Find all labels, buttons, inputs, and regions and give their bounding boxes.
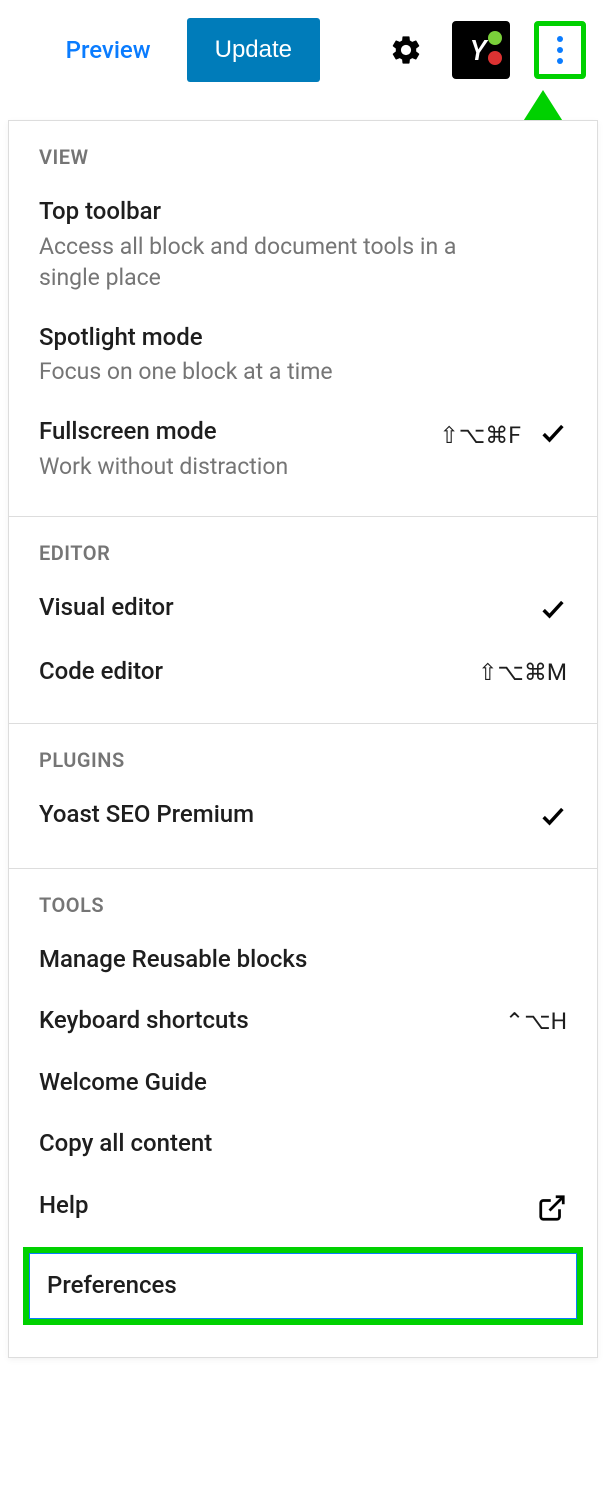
- options-menu-button[interactable]: [534, 21, 586, 79]
- menu-title: Top toolbar: [39, 195, 557, 229]
- menu-code-editor[interactable]: Code editor ⇧⌥⌘M: [9, 641, 597, 703]
- shortcut-label: ⇧⌥⌘F: [440, 422, 522, 449]
- menu-spotlight-mode[interactable]: Spotlight mode Focus on one block at a t…: [9, 307, 597, 402]
- editor-toolbar: Preview Update Y: [0, 0, 606, 100]
- menu-keyboard-shortcuts[interactable]: Keyboard shortcuts ⌃⌥H: [9, 990, 597, 1052]
- menu-title: Yoast SEO Premium: [39, 798, 529, 832]
- menu-desc: Access all block and document tools in a…: [39, 231, 459, 293]
- menu-manage-reusable-blocks[interactable]: Manage Reusable blocks: [9, 929, 597, 991]
- menu-yoast-seo[interactable]: Yoast SEO Premium: [9, 784, 597, 848]
- shortcut-label: ⇧⌥⌘M: [478, 659, 567, 686]
- menu-welcome-guide[interactable]: Welcome Guide: [9, 1052, 597, 1114]
- shortcut-label: ⌃⌥H: [505, 1008, 567, 1035]
- menu-title: Manage Reusable blocks: [39, 943, 557, 977]
- check-icon: [539, 419, 567, 451]
- menu-preferences[interactable]: Preferences: [23, 1247, 583, 1325]
- yoast-button[interactable]: Y: [452, 21, 510, 79]
- menu-title: Code editor: [39, 655, 468, 689]
- seo-score-dot-green: [488, 31, 502, 45]
- menu-title: Preferences: [47, 1269, 559, 1303]
- external-link-icon: [537, 1193, 567, 1227]
- section-header-editor: Editor: [9, 541, 597, 577]
- menu-title: Welcome Guide: [39, 1066, 557, 1100]
- more-vertical-icon: [557, 36, 563, 64]
- menu-desc: Focus on one block at a time: [39, 356, 459, 387]
- menu-title: Copy all content: [39, 1127, 557, 1161]
- menu-fullscreen-mode[interactable]: Fullscreen mode Work without distraction…: [9, 401, 597, 496]
- menu-title: Spotlight mode: [39, 321, 557, 355]
- menu-visual-editor[interactable]: Visual editor: [9, 577, 597, 641]
- menu-title: Help: [39, 1189, 527, 1223]
- seo-score-dot-red: [488, 51, 502, 65]
- gear-icon: [389, 33, 423, 67]
- section-header-plugins: Plugins: [9, 748, 597, 784]
- section-editor: Editor Visual editor Code editor ⇧⌥⌘M: [9, 517, 597, 724]
- options-dropdown: View Top toolbar Access all block and do…: [8, 120, 598, 1358]
- update-button[interactable]: Update: [187, 18, 320, 82]
- menu-title: Visual editor: [39, 591, 529, 625]
- menu-desc: Work without distraction: [39, 451, 430, 482]
- menu-top-toolbar[interactable]: Top toolbar Access all block and documen…: [9, 181, 597, 307]
- preview-link[interactable]: Preview: [66, 36, 151, 64]
- section-tools: Tools Manage Reusable blocks Keyboard sh…: [9, 869, 597, 1357]
- section-header-view: View: [9, 145, 597, 181]
- yoast-icon: Y: [470, 34, 487, 67]
- section-plugins: Plugins Yoast SEO Premium: [9, 724, 597, 869]
- menu-help[interactable]: Help: [9, 1175, 597, 1241]
- section-header-tools: Tools: [9, 893, 597, 929]
- menu-title: Keyboard shortcuts: [39, 1004, 495, 1038]
- menu-title: Fullscreen mode: [39, 415, 430, 449]
- check-icon: [539, 595, 567, 627]
- section-view: View Top toolbar Access all block and do…: [9, 121, 597, 517]
- settings-button[interactable]: [384, 28, 428, 72]
- menu-copy-all-content[interactable]: Copy all content: [9, 1113, 597, 1175]
- check-icon: [539, 802, 567, 834]
